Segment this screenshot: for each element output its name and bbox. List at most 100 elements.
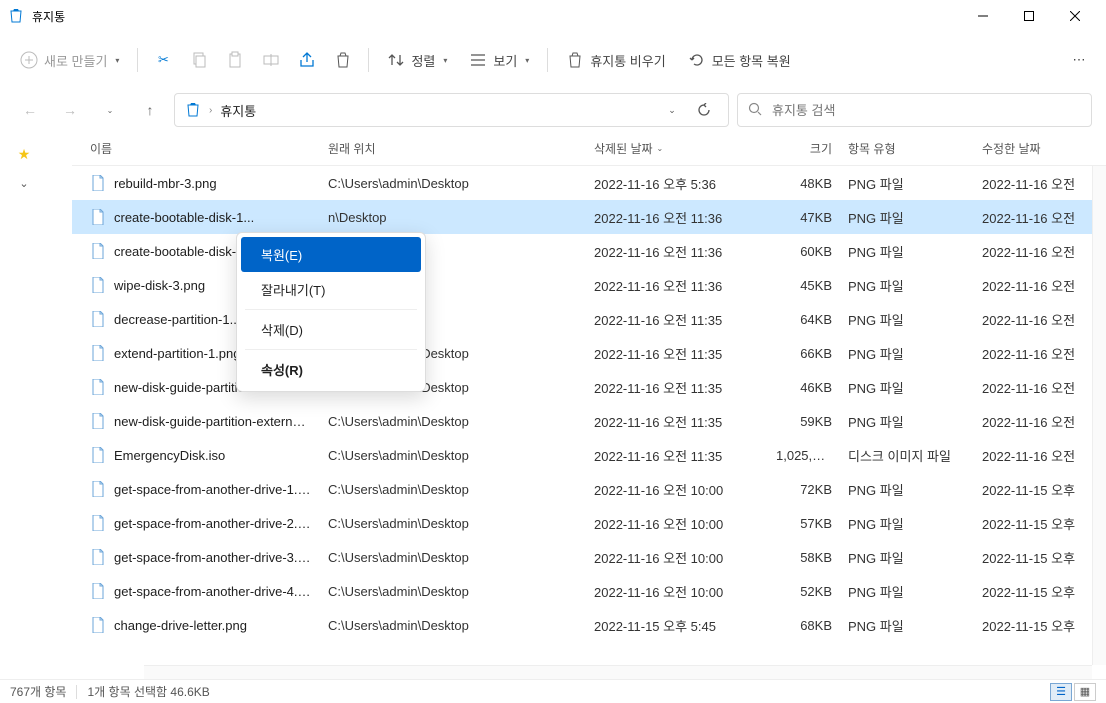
expand-nav-button[interactable]: ⌄ bbox=[19, 167, 28, 200]
file-name: get-space-from-another-drive-3.p... bbox=[114, 550, 312, 565]
favorites-icon[interactable]: ★ bbox=[14, 142, 35, 167]
delete-button[interactable] bbox=[326, 45, 360, 75]
file-row[interactable]: EmergencyDisk.isoC:\Users\admin\Desktop2… bbox=[72, 438, 1106, 472]
minimize-button[interactable] bbox=[960, 0, 1006, 32]
empty-trash-icon bbox=[566, 51, 584, 69]
divider bbox=[547, 48, 548, 72]
file-icon bbox=[90, 277, 106, 293]
file-date-modified: 2022-11-16 오전 bbox=[974, 276, 1106, 295]
file-name: create-bootable-disk-1... bbox=[114, 210, 254, 225]
file-date-modified: 2022-11-16 오전 bbox=[974, 446, 1106, 465]
file-date-modified: 2022-11-15 오후 bbox=[974, 514, 1106, 533]
window-title: 휴지통 bbox=[32, 8, 960, 25]
copy-button[interactable] bbox=[182, 45, 216, 75]
up-button[interactable]: ↑ bbox=[134, 94, 166, 126]
file-size: 1,025,088... bbox=[768, 448, 840, 463]
cut-button[interactable]: ✂ bbox=[146, 45, 180, 75]
empty-recycle-button[interactable]: 휴지통 비우기 bbox=[556, 45, 675, 76]
restore-all-button[interactable]: 모든 항목 복원 bbox=[678, 45, 801, 76]
new-button[interactable]: 새로 만들기 ▾ bbox=[10, 45, 129, 76]
view-button[interactable]: 보기 ▾ bbox=[459, 45, 539, 76]
file-row[interactable]: get-space-from-another-drive-3.p...C:\Us… bbox=[72, 540, 1106, 574]
restore-icon bbox=[688, 51, 706, 69]
clipboard-icon bbox=[226, 51, 244, 69]
rename-button[interactable] bbox=[254, 45, 288, 75]
file-row[interactable]: get-space-from-another-drive-1.p...C:\Us… bbox=[72, 472, 1106, 506]
context-restore[interactable]: 복원(E) bbox=[241, 237, 421, 272]
breadcrumb-text[interactable]: 휴지통 bbox=[220, 101, 256, 120]
refresh-button[interactable] bbox=[690, 96, 718, 124]
column-original-location[interactable]: 원래 위치 bbox=[320, 140, 586, 157]
window-controls bbox=[960, 0, 1098, 32]
file-row[interactable]: get-space-from-another-drive-4.p...C:\Us… bbox=[72, 574, 1106, 608]
file-type: PNG 파일 bbox=[840, 208, 974, 227]
file-location: C:\Users\admin\Desktop bbox=[320, 584, 586, 599]
file-name: rebuild-mbr-3.png bbox=[114, 176, 217, 191]
file-date-modified: 2022-11-16 오전 bbox=[974, 174, 1106, 193]
restore-all-label: 모든 항목 복원 bbox=[712, 51, 791, 70]
file-row[interactable]: create-bootable-disk-1...n\Desktop2022-1… bbox=[72, 200, 1106, 234]
file-date-deleted: 2022-11-16 오전 11:35 bbox=[586, 310, 768, 329]
maximize-button[interactable] bbox=[1006, 0, 1052, 32]
new-label: 새로 만들기 bbox=[44, 51, 107, 70]
column-date-deleted[interactable]: 삭제된 날짜 ⌄ bbox=[586, 140, 768, 157]
title-bar: 휴지통 bbox=[0, 0, 1106, 32]
file-row[interactable]: new-disk-guide-partition-external-...C:\… bbox=[72, 404, 1106, 438]
file-size: 64KB bbox=[768, 312, 840, 327]
file-type: PNG 파일 bbox=[840, 480, 974, 499]
more-button[interactable]: ⋯ bbox=[1062, 45, 1096, 75]
paste-button[interactable] bbox=[218, 45, 252, 75]
file-icon bbox=[90, 617, 106, 633]
file-size: 68KB bbox=[768, 618, 840, 633]
vertical-scrollbar[interactable] bbox=[1092, 166, 1106, 665]
file-row[interactable]: change-drive-letter.pngC:\Users\admin\De… bbox=[72, 608, 1106, 642]
context-cut[interactable]: 잘라내기(T) bbox=[241, 272, 421, 307]
column-item-type[interactable]: 항목 유형 bbox=[840, 140, 974, 157]
forward-button[interactable]: → bbox=[54, 94, 86, 126]
view-label: 보기 bbox=[493, 51, 517, 70]
context-delete[interactable]: 삭제(D) bbox=[241, 312, 421, 347]
recent-dropdown[interactable]: ⌄ bbox=[94, 94, 126, 126]
file-row[interactable]: new-disk-guide-partition-external-...C:\… bbox=[72, 370, 1106, 404]
file-icon bbox=[90, 345, 106, 361]
file-row[interactable]: create-bootable-disk-2...n\Desktop2022-1… bbox=[72, 234, 1106, 268]
chevron-right-icon: › bbox=[209, 105, 212, 116]
file-icon bbox=[90, 311, 106, 327]
chevron-down-icon: ▾ bbox=[525, 56, 529, 65]
file-type: PNG 파일 bbox=[840, 242, 974, 261]
share-button[interactable] bbox=[290, 45, 324, 75]
file-name: create-bootable-disk-2... bbox=[114, 244, 254, 259]
file-row[interactable]: wipe-disk-3.pngn\Desktop2022-11-16 오전 11… bbox=[72, 268, 1106, 302]
file-type: PNG 파일 bbox=[840, 174, 974, 193]
file-type: PNG 파일 bbox=[840, 344, 974, 363]
back-button[interactable]: ← bbox=[14, 94, 46, 126]
file-type: PNG 파일 bbox=[840, 378, 974, 397]
file-size: 46KB bbox=[768, 380, 840, 395]
close-button[interactable] bbox=[1052, 0, 1098, 32]
sort-icon bbox=[387, 51, 405, 69]
file-icon bbox=[90, 447, 106, 463]
column-date-modified[interactable]: 수정한 날짜 bbox=[974, 140, 1106, 157]
file-row[interactable]: extend-partition-1.pngC:\Users\admin\Des… bbox=[72, 336, 1106, 370]
dropdown-button[interactable]: ⌄ bbox=[658, 96, 686, 124]
file-row[interactable]: rebuild-mbr-3.pngC:\Users\admin\Desktop2… bbox=[72, 166, 1106, 200]
thumbnails-view-toggle[interactable]: ▦ bbox=[1074, 683, 1096, 701]
file-list[interactable]: rebuild-mbr-3.png C:\Users\admin\Desktop 2… bbox=[72, 166, 1106, 679]
search-box[interactable] bbox=[737, 93, 1092, 127]
sort-button[interactable]: 정렬 ▾ bbox=[377, 45, 457, 76]
column-size[interactable]: 크기 bbox=[768, 140, 840, 157]
status-item-count: 767개 항목 bbox=[10, 683, 66, 700]
column-name[interactable]: 이름 bbox=[82, 140, 320, 157]
file-row[interactable]: decrease-partition-1....n\Desktop2022-11… bbox=[72, 302, 1106, 336]
file-row[interactable]: get-space-from-another-drive-2.p...C:\Us… bbox=[72, 506, 1106, 540]
nav-row: ← → ⌄ ↑ › 휴지통 ⌄ bbox=[0, 88, 1106, 132]
context-properties[interactable]: 속성(R) bbox=[241, 352, 421, 387]
file-date-modified: 2022-11-15 오후 bbox=[974, 582, 1106, 601]
breadcrumb[interactable]: › 휴지통 ⌄ bbox=[174, 93, 729, 127]
context-menu: 복원(E) 잘라내기(T) 삭제(D) 속성(R) bbox=[236, 232, 426, 392]
details-view-toggle[interactable]: ☰ bbox=[1050, 683, 1072, 701]
horizontal-scrollbar[interactable] bbox=[144, 665, 1092, 679]
search-icon bbox=[748, 102, 764, 119]
file-date-deleted: 2022-11-16 오전 11:36 bbox=[586, 208, 768, 227]
search-input[interactable] bbox=[772, 103, 1081, 118]
